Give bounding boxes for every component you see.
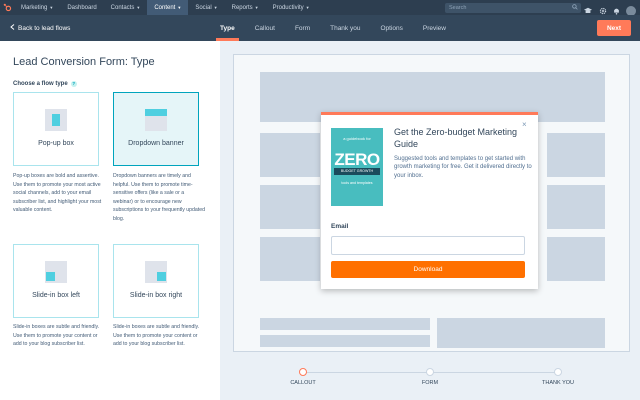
guidebook-cover-image: a guidebook for ZERO BUDGET GROWTH tools… — [331, 128, 383, 206]
dropdown-banner-thumbnail-icon — [145, 109, 167, 131]
tab-options[interactable]: Options — [370, 15, 412, 41]
chevron-down-icon: ▼ — [305, 5, 310, 10]
placeholder-block — [260, 318, 430, 330]
download-button[interactable]: Download — [331, 261, 525, 278]
dropdown-banner-description: Dropdown banners are timely and helpful.… — [113, 173, 205, 222]
tab-thank-you[interactable]: Thank you — [320, 15, 370, 41]
chevron-down-icon: ▼ — [136, 5, 141, 10]
popup-body-text: Suggested tools and templates to get sta… — [394, 156, 532, 179]
editor-toolbar: Back to lead flows Type Callout Form Tha… — [0, 15, 640, 41]
step-label-form: FORM — [421, 380, 439, 386]
tab-callout[interactable]: Callout — [245, 15, 285, 41]
popup-thumbnail-icon — [45, 109, 67, 131]
nav-dashboard[interactable]: Dashboard — [60, 0, 103, 15]
placeholder-block — [260, 185, 320, 229]
nav-contacts[interactable]: Contacts ▼ — [104, 0, 148, 15]
step-dot-thank-you[interactable] — [554, 368, 562, 376]
placeholder-block — [260, 237, 320, 281]
search-input[interactable]: Search — [445, 3, 581, 13]
placeholder-block — [547, 185, 605, 229]
email-field[interactable] — [331, 236, 525, 255]
email-label: Email — [331, 223, 349, 230]
top-navigation: Marketing ▼ Dashboard Contacts ▼ Content ▼ … — [0, 0, 640, 16]
slide-in-right-thumbnail-icon — [145, 261, 167, 283]
placeholder-block — [547, 133, 605, 177]
placeholder-block — [547, 237, 605, 281]
tab-form[interactable]: Form — [285, 15, 320, 41]
hubspot-logo-icon[interactable] — [0, 0, 14, 15]
popup-form-preview: × a guidebook for ZERO BUDGET GROWTH too… — [321, 112, 538, 289]
next-button[interactable]: Next — [597, 20, 631, 36]
tab-preview[interactable]: Preview — [413, 15, 456, 41]
flow-type-card-dropdown-banner[interactable]: Dropdown banner — [113, 92, 199, 166]
slide-in-left-description: Slide-in boxes are subtle and friendly. … — [13, 324, 100, 347]
flow-type-card-slide-in-left[interactable]: Slide-in box left — [13, 244, 99, 318]
section-heading: Choose a flow type ? — [13, 81, 77, 87]
page-title: Lead Conversion Form: Type — [13, 56, 155, 68]
slide-in-right-description: Slide-in boxes are subtle and friendly. … — [113, 324, 200, 347]
flow-type-card-popup[interactable]: Pop-up box — [13, 92, 99, 166]
popup-headline: Get the Zero-budget Marketing Guide — [394, 127, 518, 149]
nav-content[interactable]: Content ▼ — [147, 0, 189, 15]
back-to-lead-flows-link[interactable]: Back to lead flows — [10, 24, 70, 32]
chevron-down-icon: ▼ — [254, 5, 259, 10]
chevron-down-icon: ▼ — [213, 5, 218, 10]
step-dot-callout[interactable] — [299, 368, 307, 376]
placeholder-block — [260, 133, 320, 177]
search-icon — [572, 4, 578, 12]
nav-marketing[interactable]: Marketing ▼ — [14, 0, 60, 15]
editor-tabs: Type Callout Form Thank you Options Prev… — [210, 15, 456, 41]
chevron-down-icon: ▼ — [49, 5, 54, 10]
step-label-thank-you: THANK YOU — [542, 380, 574, 386]
slide-in-left-thumbnail-icon — [45, 261, 67, 283]
chevron-down-icon: ▼ — [177, 5, 182, 10]
nav-social[interactable]: Social ▼ — [188, 0, 224, 15]
nav-productivity[interactable]: Productivity ▼ — [266, 0, 317, 15]
placeholder-block — [260, 335, 430, 347]
placeholder-block — [437, 318, 605, 348]
step-label-callout: CALLOUT — [290, 380, 316, 386]
popup-description: Pop-up boxes are bold and assertive. Use… — [13, 173, 102, 213]
step-progress: CALLOUT FORM THANK YOU — [220, 359, 640, 400]
nav-reports[interactable]: Reports ▼ — [225, 0, 266, 15]
step-dot-form[interactable] — [426, 368, 434, 376]
tab-type[interactable]: Type — [210, 15, 245, 41]
help-icon[interactable]: ? — [70, 81, 77, 87]
chevron-left-icon — [10, 24, 15, 32]
flow-type-card-slide-in-right[interactable]: Slide-in box right — [113, 244, 199, 318]
